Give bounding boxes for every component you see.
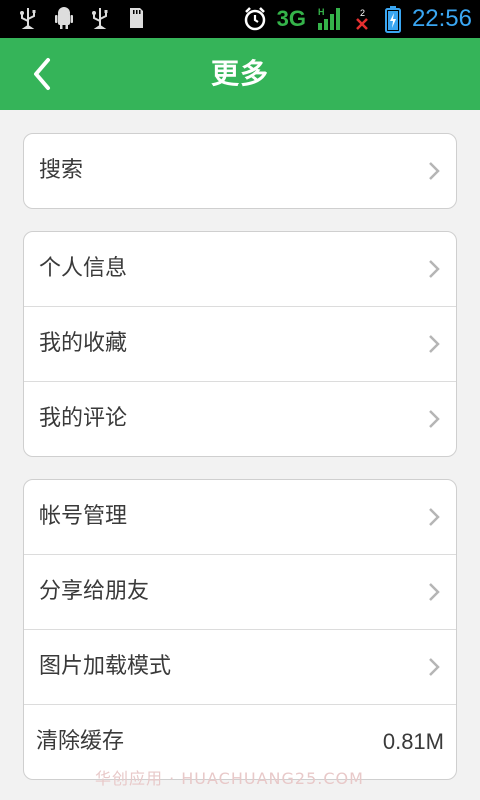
status-bar: 3G H 2 22:56 bbox=[0, 0, 480, 38]
usb-icon bbox=[20, 8, 36, 29]
menu-group-personal: 个人信息 我的收藏 我的评论 bbox=[23, 231, 457, 457]
system-indicators: 3G H 2 22:56 bbox=[243, 4, 472, 34]
menu-item-label: 我的评论 bbox=[39, 406, 128, 431]
sd-card-icon bbox=[130, 8, 143, 28]
menu-item-profile[interactable]: 个人信息 bbox=[24, 232, 456, 307]
chevron-right-icon bbox=[429, 658, 440, 676]
clock: 22:56 bbox=[411, 5, 472, 32]
chevron-right-icon bbox=[429, 583, 440, 601]
chevron-right-icon bbox=[429, 162, 440, 180]
chevron-right-icon bbox=[429, 335, 440, 353]
signal-icon: H bbox=[317, 7, 340, 30]
menu-item-favorites[interactable]: 我的收藏 bbox=[24, 307, 456, 382]
android-debug-icon bbox=[55, 7, 73, 29]
back-button[interactable] bbox=[20, 50, 64, 98]
page-title: 更多 bbox=[210, 57, 269, 90]
chevron-right-icon bbox=[429, 410, 440, 428]
cache-size: 0.81M bbox=[382, 729, 444, 754]
svg-text:H: H bbox=[318, 7, 325, 17]
watermark: 华创应用 · HUACHUANG25.COM bbox=[95, 769, 364, 788]
menu-item-account[interactable]: 帐号管理 bbox=[24, 480, 456, 555]
menu-item-image-mode[interactable]: 图片加载模式 bbox=[24, 630, 456, 705]
menu-item-search[interactable]: 搜索 bbox=[24, 134, 456, 208]
notification-icons bbox=[18, 6, 146, 30]
battery-charging-icon bbox=[384, 6, 401, 33]
menu-item-comments[interactable]: 我的评论 bbox=[24, 382, 456, 456]
chevron-right-icon bbox=[429, 508, 440, 526]
alarm-icon bbox=[244, 7, 265, 31]
menu-item-label: 图片加载模式 bbox=[39, 654, 172, 679]
usb-icon bbox=[92, 8, 108, 29]
chevron-right-icon bbox=[429, 260, 440, 278]
menu-item-label: 分享给朋友 bbox=[39, 579, 150, 604]
chevron-left-icon bbox=[34, 58, 50, 90]
title-bar: 更多 bbox=[0, 38, 480, 110]
network-type: 3G bbox=[276, 6, 306, 31]
menu-item-share[interactable]: 分享给朋友 bbox=[24, 555, 456, 630]
sim-error-icon: 2 bbox=[356, 8, 368, 30]
menu-item-label: 搜索 bbox=[39, 158, 84, 183]
menu-group-settings: 帐号管理 分享给朋友 图片加载模式 清除缓存 0.81M bbox=[23, 479, 457, 780]
menu-item-label: 我的收藏 bbox=[39, 331, 128, 356]
menu-item-label: 个人信息 bbox=[39, 256, 128, 281]
menu-item-label: 帐号管理 bbox=[39, 504, 128, 529]
svg-text:2: 2 bbox=[360, 8, 365, 18]
menu-group-search: 搜索 bbox=[23, 133, 457, 209]
